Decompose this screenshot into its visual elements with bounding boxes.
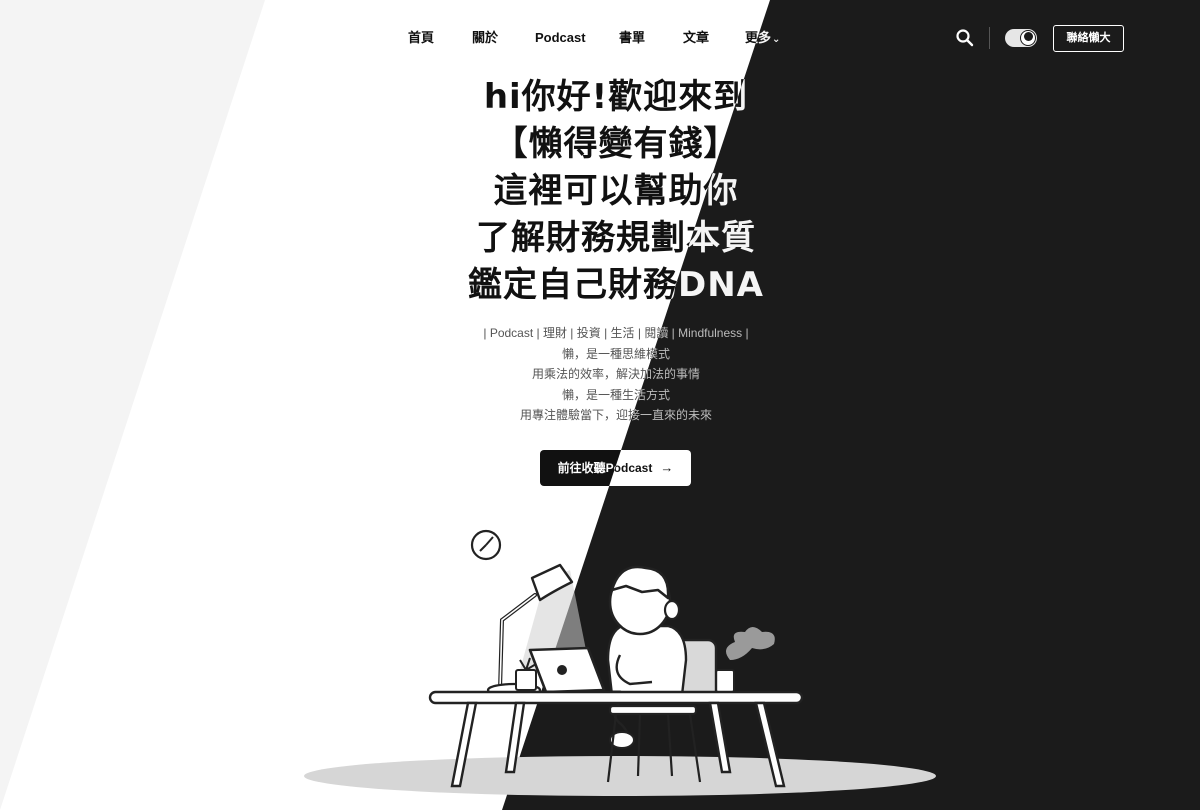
- person-working: [606, 565, 688, 749]
- nav-item-home[interactable]: 首頁: [408, 28, 434, 48]
- page: 首頁 關於 Podcast 書單 文章 更多⌄ hi你好!歡迎來到 【懶得變有錢…: [0, 0, 1200, 810]
- moon-toggle-icon: [1020, 30, 1036, 46]
- clock-icon: [470, 529, 502, 561]
- arrow-right-icon-dark: →: [660, 460, 674, 475]
- floor-shadow: [304, 756, 936, 796]
- nav-item-podcast[interactable]: Podcast: [535, 28, 586, 48]
- hero-illustration: [304, 529, 936, 796]
- cup-steam: [726, 627, 775, 660]
- coffee-cup: [715, 669, 735, 693]
- nav-item-articles[interactable]: 文章: [683, 28, 709, 48]
- desk-top: [428, 690, 804, 705]
- nav-item-about[interactable]: 關於: [472, 28, 498, 48]
- chevron-down-icon-dark: ⌄: [772, 34, 781, 45]
- nav-item-booklist[interactable]: 書單: [619, 28, 645, 48]
- laptop: [528, 646, 622, 694]
- nav-divider: [989, 27, 990, 49]
- contact-button[interactable]: 聯絡懶大: [1053, 25, 1124, 52]
- theme-toggle[interactable]: [1005, 29, 1037, 47]
- search-icon[interactable]: [955, 28, 975, 48]
